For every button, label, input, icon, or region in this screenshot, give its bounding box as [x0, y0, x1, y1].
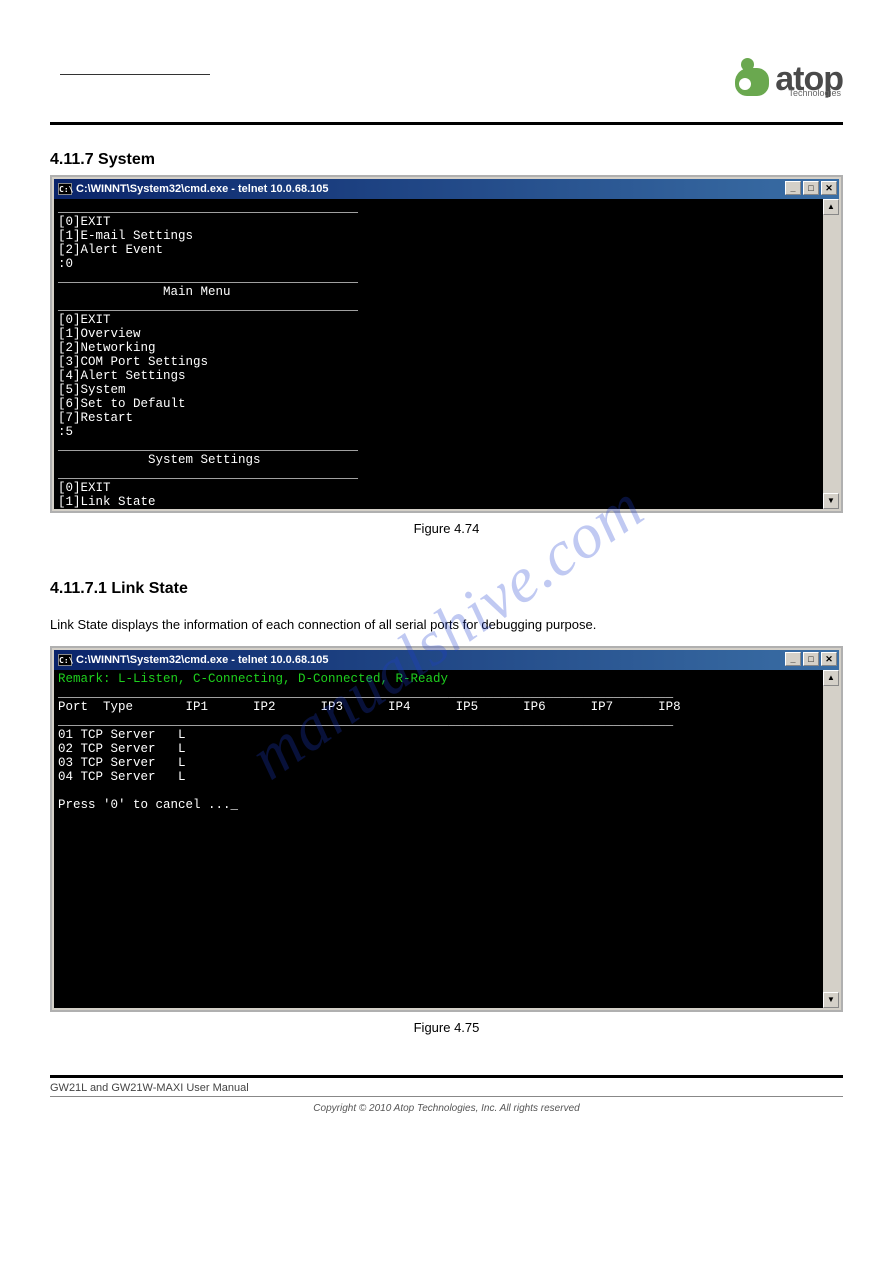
header-underline — [60, 74, 210, 75]
scrollbar-2[interactable]: ▲ ▼ — [823, 670, 839, 1008]
cmd-icon: C:\ — [58, 183, 72, 195]
window-title-1: C:\WINNT\System32\cmd.exe - telnet 10.0.… — [76, 183, 329, 195]
scroll-up-icon[interactable]: ▲ — [823, 199, 839, 215]
figure-caption-2: Figure 4.75 — [50, 1020, 843, 1035]
copyright-text: Copyright © 2010 Atop Technologies, Inc.… — [50, 1103, 843, 1114]
minimize-button[interactable]: _ — [785, 181, 801, 195]
scroll-up-icon[interactable]: ▲ — [823, 670, 839, 686]
terminal-window-2: C:\ C:\WINNT\System32\cmd.exe - telnet 1… — [50, 646, 843, 1012]
close-button[interactable]: ✕ — [821, 652, 837, 666]
cmd-icon: C:\ — [58, 654, 72, 666]
footer-text: GW21L and GW21W-MAXI User Manual — [50, 1078, 843, 1097]
minimize-button[interactable]: _ — [785, 652, 801, 666]
logo-icon — [731, 58, 773, 94]
scroll-down-icon[interactable]: ▼ — [823, 493, 839, 509]
brand-subtitle: Technologies — [788, 88, 841, 98]
section-heading-linkstate: 4.11.7.1 Link State — [50, 580, 843, 598]
window-title-2: C:\WINNT\System32\cmd.exe - telnet 10.0.… — [76, 654, 329, 666]
scrollbar-1[interactable]: ▲ ▼ — [823, 199, 839, 509]
titlebar-1: C:\ C:\WINNT\System32\cmd.exe - telnet 1… — [54, 179, 839, 199]
brand-logo: atop Technologies — [731, 58, 843, 94]
scroll-down-icon[interactable]: ▼ — [823, 992, 839, 1008]
terminal-body-2: Remark: L-Listen, C-Connecting, D-Connec… — [54, 670, 823, 1008]
linkstate-description: Link State displays the information of e… — [50, 616, 843, 634]
terminal-body-1: ________________________________________… — [54, 199, 823, 509]
close-button[interactable]: ✕ — [821, 181, 837, 195]
page-header: atop Technologies — [50, 40, 843, 125]
maximize-button[interactable]: □ — [803, 652, 819, 666]
titlebar-2: C:\ C:\WINNT\System32\cmd.exe - telnet 1… — [54, 650, 839, 670]
section-heading-system: 4.11.7 System — [50, 151, 843, 169]
maximize-button[interactable]: □ — [803, 181, 819, 195]
terminal-window-1: C:\ C:\WINNT\System32\cmd.exe - telnet 1… — [50, 175, 843, 513]
figure-caption-1: Figure 4.74 — [50, 521, 843, 536]
